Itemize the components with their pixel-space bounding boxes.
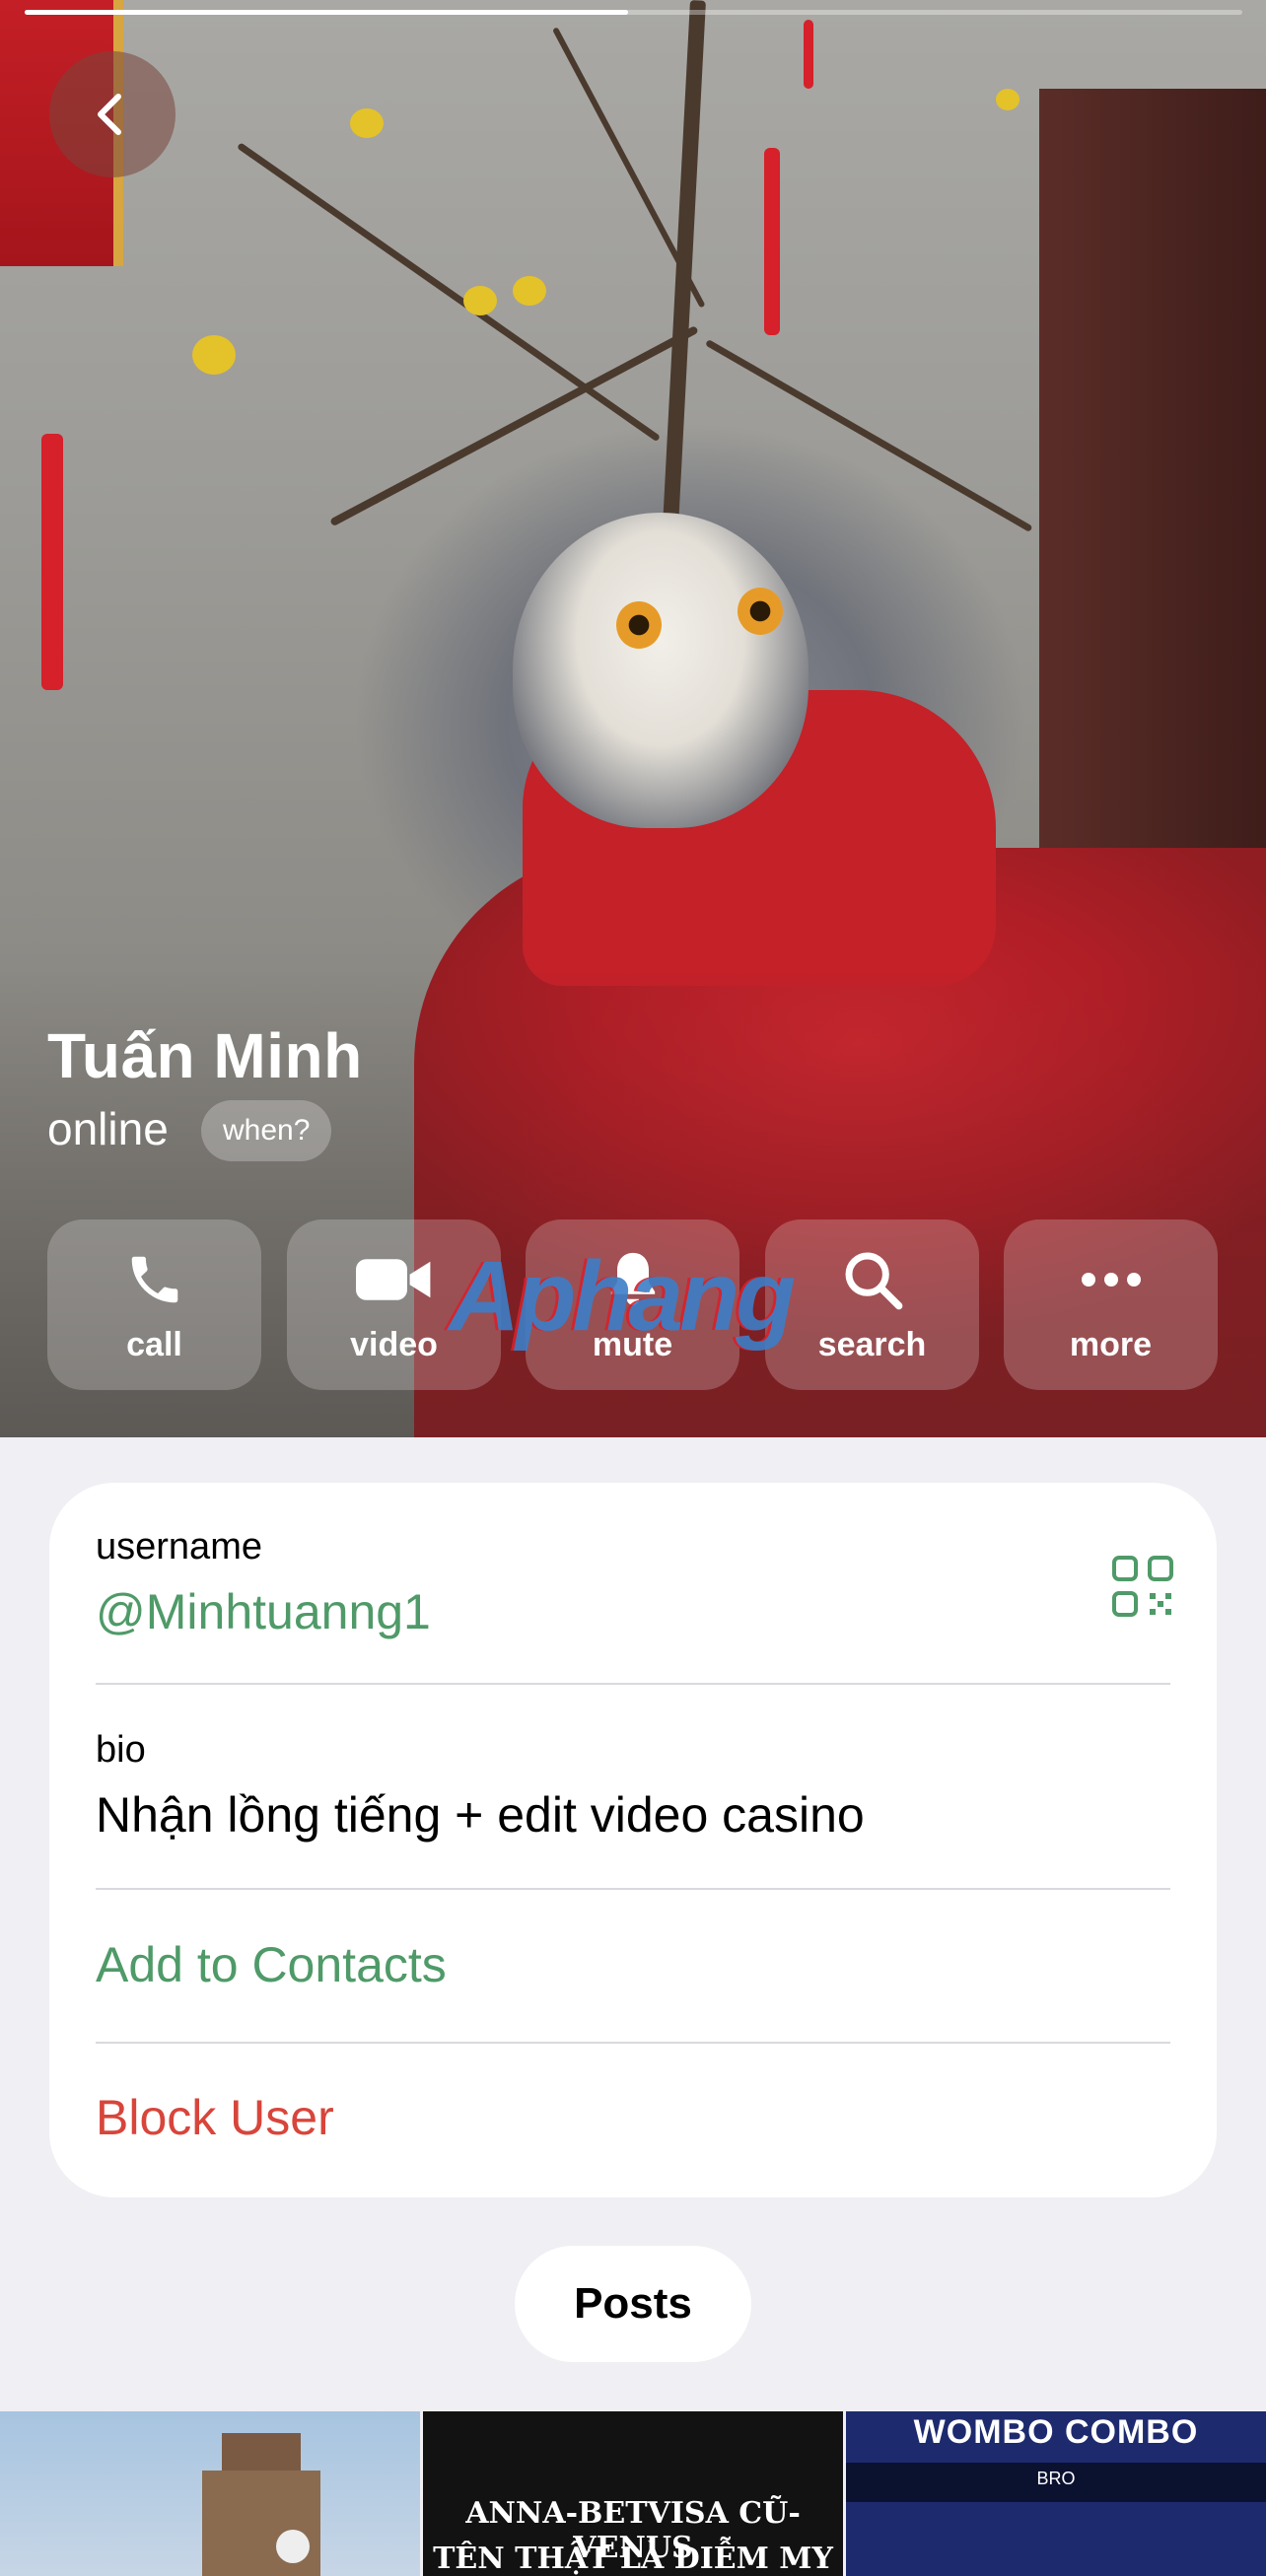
username-label: username	[96, 1526, 262, 1567]
blossom	[350, 108, 384, 138]
blossom	[463, 286, 497, 315]
username-value[interactable]: @Minhtuanng1	[96, 1583, 431, 1640]
back-button[interactable]	[49, 51, 176, 177]
search-label: search	[817, 1326, 927, 1363]
tab-posts[interactable]: Posts	[515, 2246, 751, 2362]
qr-code-icon[interactable]	[1112, 1556, 1173, 1617]
tower-top	[222, 2433, 301, 2474]
more-label: more	[1069, 1326, 1153, 1363]
cat-eye	[616, 601, 662, 649]
tassel	[804, 20, 813, 89]
profile-name: Tuấn Minh	[47, 1020, 363, 1091]
divider	[96, 1888, 1170, 1890]
post-thumbnail[interactable]: WOMBO COMBO BRO	[846, 2411, 1266, 2576]
blossom	[192, 335, 236, 375]
divider	[96, 2042, 1170, 2044]
watermark-logo: Aphang	[449, 1241, 796, 1352]
add-to-contacts-button[interactable]: Add to Contacts	[96, 1936, 447, 1993]
online-status: online	[47, 1103, 169, 1154]
branch	[237, 142, 661, 443]
cat-eye	[738, 588, 783, 635]
post-thumbnail[interactable]	[0, 2411, 420, 2576]
photo-progress-fill	[25, 10, 628, 15]
ticker-text: BRO	[1036, 2469, 1076, 2488]
divider	[96, 1683, 1170, 1685]
tassel	[764, 148, 780, 335]
block-user-button[interactable]: Block User	[96, 2089, 334, 2146]
thumbnail-title: WOMBO COMBO	[913, 2413, 1199, 2451]
call-button[interactable]: call	[47, 1219, 261, 1390]
search-icon	[765, 1245, 979, 1314]
call-label: call	[126, 1326, 182, 1363]
more-dots-icon	[1004, 1245, 1218, 1314]
blossom	[996, 89, 1020, 110]
cat	[513, 513, 809, 828]
when-button[interactable]: when?	[201, 1100, 332, 1161]
branch	[705, 338, 1033, 532]
phone-icon	[47, 1245, 261, 1314]
profile-info-card: username @Minhtuanng1 bio Nhận lồng tiến…	[49, 1483, 1217, 2197]
blossom	[513, 276, 546, 306]
more-button[interactable]: more	[1004, 1219, 1218, 1390]
post-thumbnail[interactable]: ANNA-BETVISA CŨ- VENUS TÊN THẬT LÀ DIỄM …	[423, 2411, 843, 2576]
clock	[276, 2530, 310, 2563]
chevron-left-icon	[98, 94, 121, 135]
bio-value: Nhận lồng tiếng + edit video casino	[96, 1787, 865, 1843]
bio-label: bio	[96, 1729, 146, 1771]
clock-tower	[202, 2471, 320, 2576]
tassel	[41, 434, 63, 690]
search-button[interactable]: search	[765, 1219, 979, 1390]
thumbnail-caption: TÊN THẬT LÀ DIỄM MY	[433, 2541, 833, 2576]
